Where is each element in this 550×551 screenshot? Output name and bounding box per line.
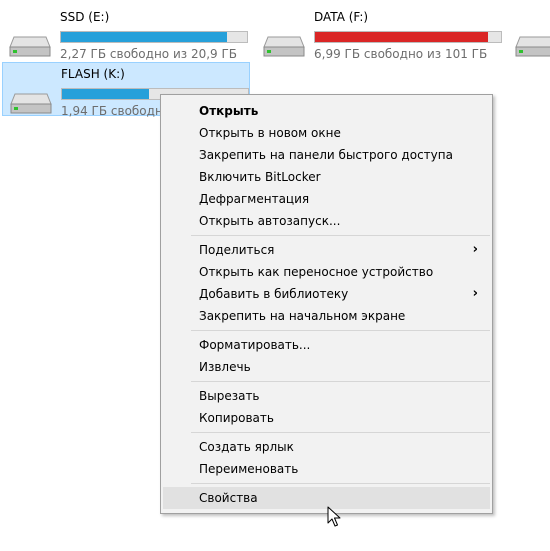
chevron-right-icon: › [472,242,478,257]
drive-usage-fill [315,32,488,42]
menu-item-label: Закрепить на панели быстрого доступа [199,148,453,162]
drive-name: SSD (E:) [60,10,110,24]
menu-item[interactable]: Открыть как переносное устройство [163,261,490,283]
menu-item-label: Поделиться [199,243,275,257]
menu-item[interactable]: Закрепить на начальном экране [163,305,490,327]
menu-item-label: Извлечь [199,360,251,374]
menu-item[interactable]: Открыть [163,100,490,122]
menu-item-label: Открыть как переносное устройство [199,265,434,279]
drive-tile-data-f[interactable]: DATA (F:) 6,99 ГБ свободно из 101 ГБ [256,6,504,61]
menu-item[interactable]: Добавить в библиотеку › [163,283,490,305]
menu-item-label: Открыть [199,104,259,118]
hard-drive-icon[interactable] [515,35,550,57]
menu-item-label: Открыть автозапуск... [199,214,341,228]
context-menu: Открыть Открыть в новом окне Закрепить на … [160,94,493,514]
menu-item[interactable]: Включить BitLocker [163,166,490,188]
hard-drive-icon [10,93,52,114]
menu-item-label: Переименовать [199,462,299,476]
hard-drive-icon [263,36,305,57]
menu-item[interactable]: Открыть в новом окне [163,122,490,144]
hard-drive-icon [9,36,51,57]
drive-name: FLASH (K:) [61,67,125,81]
menu-item[interactable]: Форматировать... [163,334,490,356]
drive-free-space: 2,27 ГБ свободно из 20,9 ГБ [60,47,238,61]
menu-item-label: Закрепить на начальном экране [199,309,406,323]
menu-separator [191,330,490,331]
menu-item-label: Открыть в новом окне [199,126,341,140]
menu-item-label: Вырезать [199,389,260,403]
drive-usage-fill [61,32,227,42]
menu-item-label: Создать ярлык [199,440,294,454]
menu-separator [191,381,490,382]
menu-item[interactable]: Закрепить на панели быстрого доступа [163,144,490,166]
drive-name: DATA (F:) [314,10,369,24]
menu-item-label: Добавить в библиотеку [199,287,349,301]
menu-item-label: Копировать [199,411,274,425]
menu-item[interactable]: Поделиться › [163,239,490,261]
menu-item-label: Свойства [199,491,258,505]
menu-separator [191,432,490,433]
drive-usage-bar [314,31,502,43]
drive-usage-fill [62,89,150,99]
menu-item[interactable]: Вырезать [163,385,490,407]
menu-item[interactable]: Открыть автозапуск... [163,210,490,232]
menu-item[interactable]: Дефрагментация [163,188,490,210]
mouse-cursor-icon [327,506,341,527]
drive-tile-ssd-e[interactable]: SSD (E:) 2,27 ГБ свободно из 20,9 ГБ [2,6,250,61]
menu-item[interactable]: Переименовать [163,458,490,480]
chevron-right-icon: › [472,286,478,301]
drive-usage-bar [60,31,248,43]
menu-item[interactable]: Копировать [163,407,490,429]
menu-item[interactable]: Создать ярлык [163,436,490,458]
menu-separator [191,483,490,484]
menu-item-label: Форматировать... [199,338,311,352]
menu-item-label: Дефрагментация [199,192,310,206]
menu-item[interactable]: Извлечь [163,356,490,378]
menu-separator [191,235,490,236]
drive-free-space: 6,99 ГБ свободно из 101 ГБ [314,47,488,61]
menu-item-label: Включить BitLocker [199,170,321,184]
